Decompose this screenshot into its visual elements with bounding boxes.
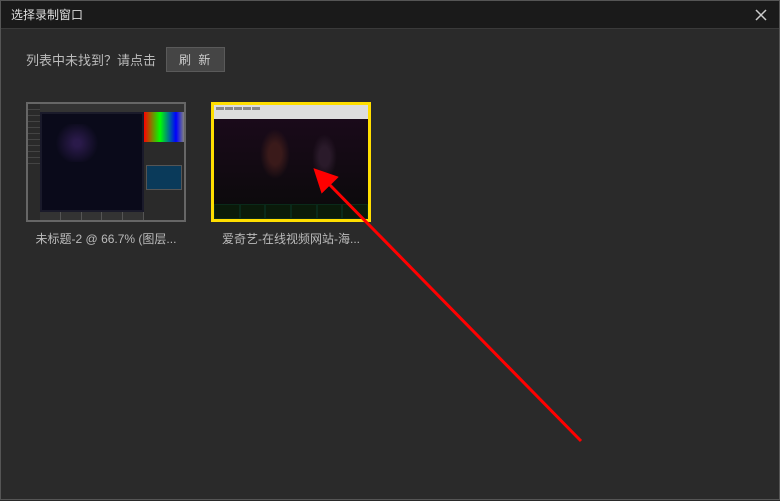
close-icon <box>755 9 767 21</box>
not-found-prompt: 列表中未找到？请点击 <box>26 50 156 69</box>
window-thumbnail <box>26 102 186 222</box>
titlebar: 选择录制窗口 <box>1 1 779 29</box>
window-item[interactable]: 爱奇艺-在线视频网站-海... <box>211 102 371 247</box>
window-label: 未标题-2 @ 66.7% (图层... <box>26 230 186 247</box>
window-label: 爱奇艺-在线视频网站-海... <box>211 230 371 247</box>
window-list: 未标题-2 @ 66.7% (图层... 爱奇艺-在线视频网站-海... <box>1 82 779 267</box>
toolbar: 列表中未找到？请点击 刷 新 <box>1 29 779 82</box>
window-thumbnail <box>211 102 371 222</box>
window-item[interactable]: 未标题-2 @ 66.7% (图层... <box>26 102 186 247</box>
window-title: 选择录制窗口 <box>11 6 83 23</box>
close-button[interactable] <box>751 5 771 25</box>
refresh-button[interactable]: 刷 新 <box>166 47 225 72</box>
